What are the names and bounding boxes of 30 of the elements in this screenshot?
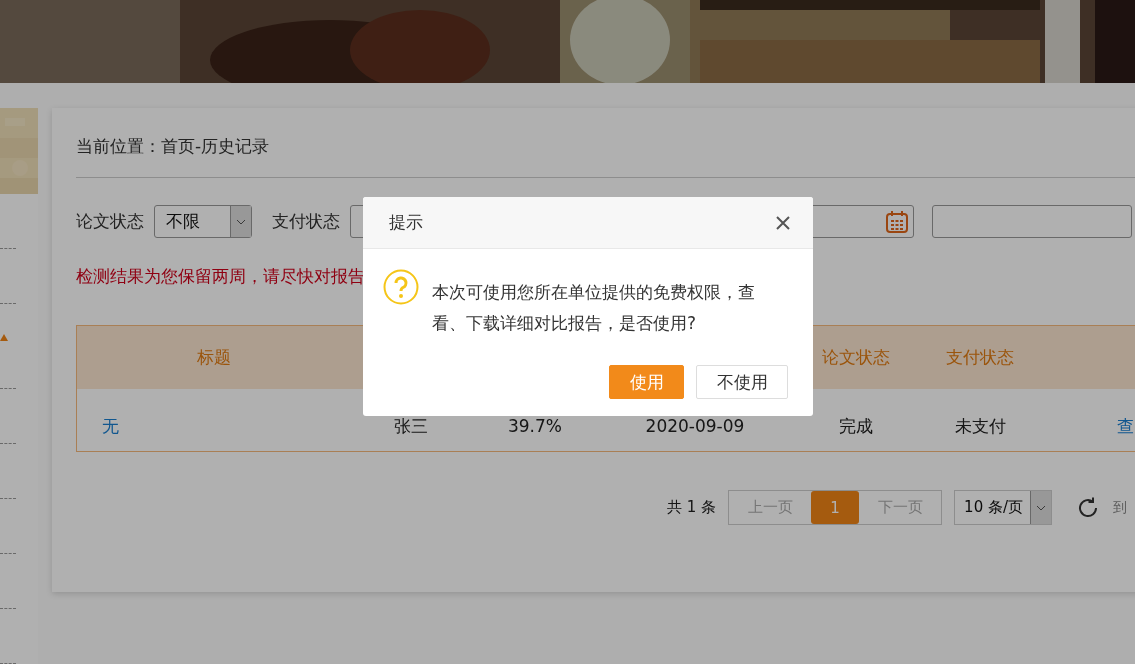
use-button[interactable]: 使用 — [609, 365, 684, 399]
dialog-title: 提示 — [389, 211, 423, 234]
breadcrumb: 当前位置：首页-历史记录 — [76, 135, 271, 158]
goto-label: 到 — [1113, 498, 1128, 517]
dialog-message: 本次可使用您所在单位提供的免费权限，查看、下载详细对比报告，是否使用? — [432, 281, 756, 335]
table-cell: 完成 — [839, 414, 873, 438]
chevron-down-icon — [1036, 504, 1047, 511]
column-header: 支付状态 — [946, 346, 1014, 369]
notice-text: 检测结果为您保留两周，请尽快对报告 — [76, 265, 365, 288]
view-link[interactable]: 查 — [1117, 414, 1134, 438]
table-cell: 39.7% — [508, 416, 562, 436]
total-count: 共 1 条 — [667, 498, 717, 517]
title-link[interactable]: 无 — [102, 414, 119, 438]
caret-icon — [0, 334, 8, 341]
filter-label: 论文状态 — [76, 210, 144, 233]
column-header: 论文状态 — [822, 346, 890, 369]
column-header: 标题 — [197, 346, 231, 369]
close-icon[interactable] — [775, 214, 791, 231]
page-size-dropdown[interactable]: 10 条/页 — [954, 490, 1053, 525]
chevron-down-icon — [236, 218, 246, 225]
input-field[interactable] — [932, 205, 1132, 238]
table-cell: 未支付 — [954, 414, 1006, 438]
status-dropdown[interactable]: 不限 — [154, 205, 252, 238]
filter-label: 支付状态 — [272, 210, 340, 233]
calendar-icon — [885, 209, 909, 234]
decline-button[interactable]: 不使用 — [696, 365, 788, 399]
table-cell: 张三 — [394, 414, 428, 438]
page-button[interactable]: 1 — [811, 491, 860, 524]
question-icon — [383, 269, 419, 305]
table-cell: 2020-09-09 — [645, 416, 745, 436]
